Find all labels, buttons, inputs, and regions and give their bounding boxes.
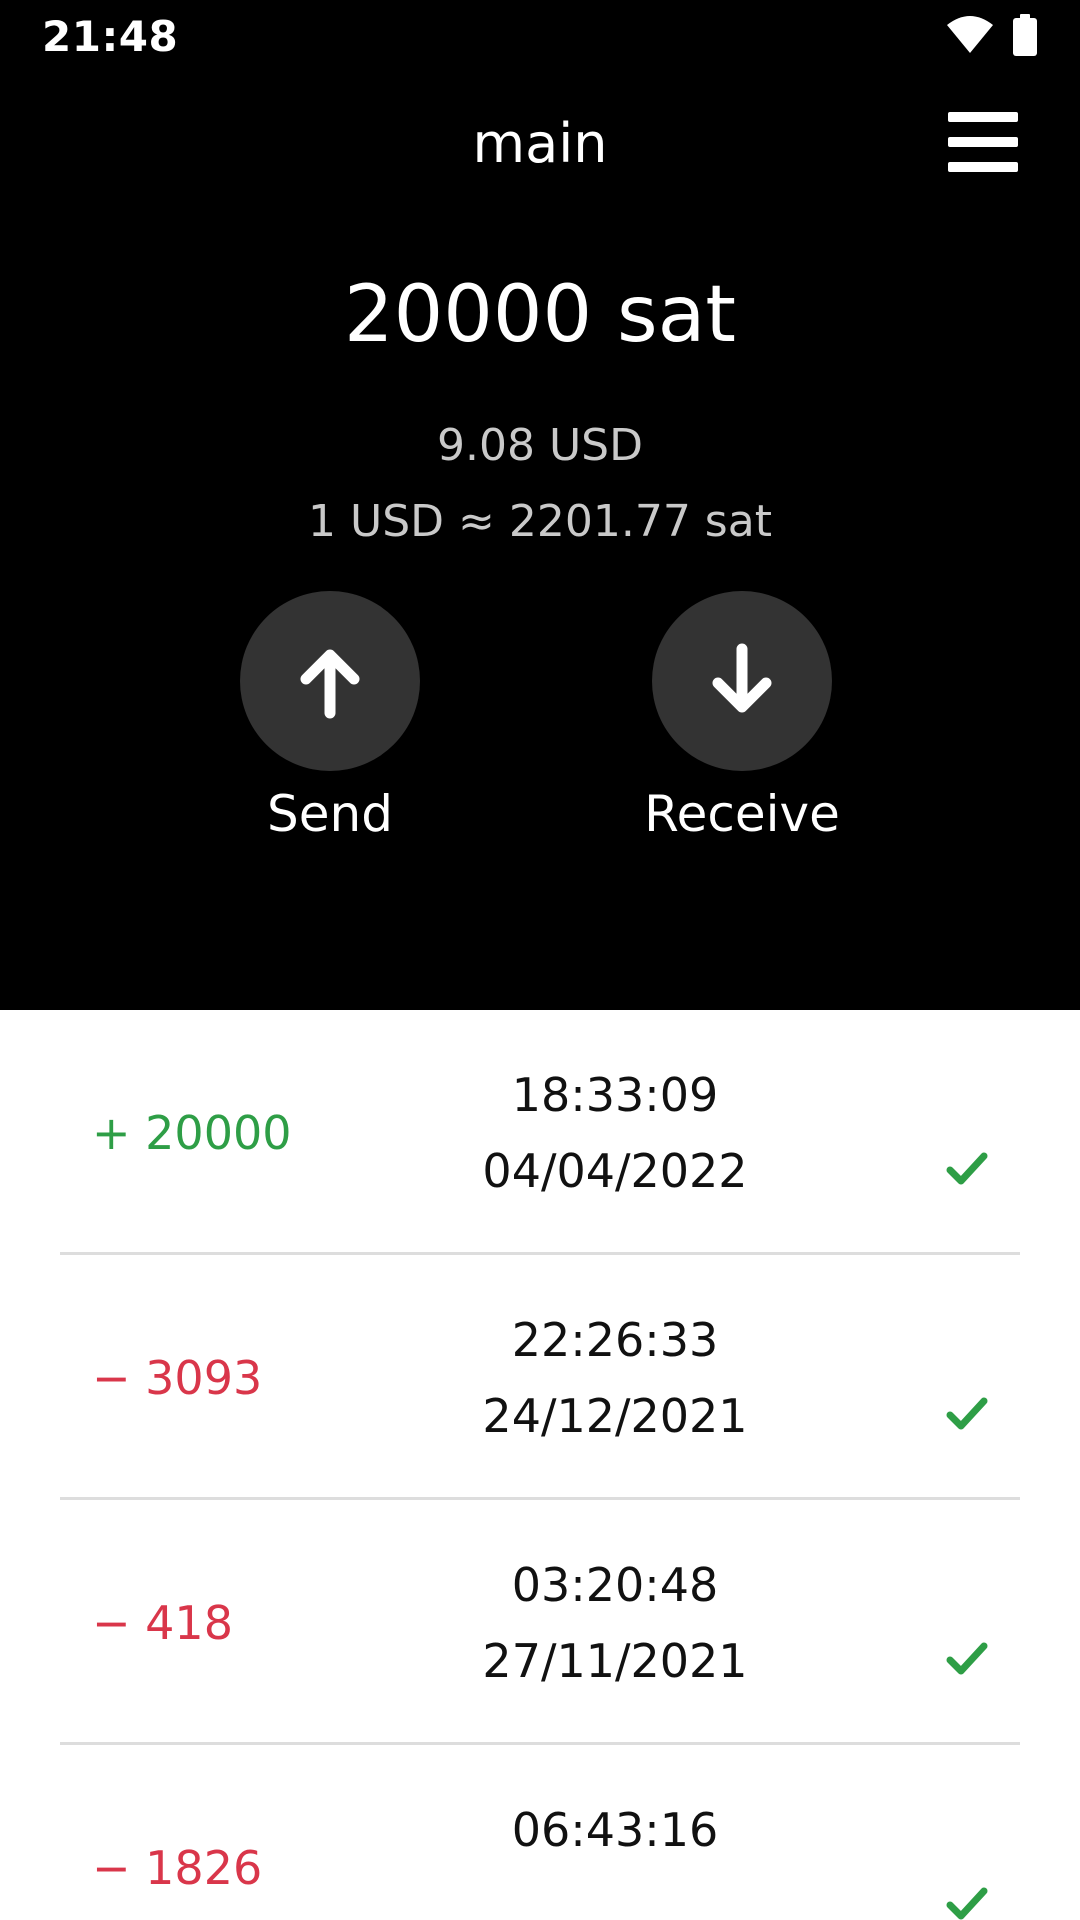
exchange-rate: 1 USD ≈ 2201.77 sat [308, 496, 772, 547]
arrow-down-icon [712, 643, 772, 713]
check-icon [946, 1642, 988, 1675]
wallet-header: 21:48 main 20000 sat 9.08 USD 1 USD ≈ 22… [0, 0, 1080, 1010]
check-icon [946, 1152, 988, 1185]
send-label[interactable]: Send [180, 784, 480, 844]
transaction-time: 18:33:09 [511, 1068, 719, 1122]
check-icon [946, 1397, 988, 1430]
receive-button[interactable] [652, 591, 832, 771]
transaction-amount: − 1826 [92, 1841, 263, 1895]
check-icon [946, 1887, 988, 1920]
transaction-list: + 20000 18:33:09 04/04/2022 − 3093 22:26… [0, 1010, 1080, 1920]
transaction-row[interactable]: − 418 03:20:48 27/11/2021 [0, 1500, 1080, 1745]
transaction-amount: − 3093 [92, 1351, 263, 1405]
transaction-amount: + 20000 [92, 1106, 292, 1160]
wallet-title: main [472, 112, 608, 175]
transaction-row[interactable]: − 1826 06:43:16 [0, 1745, 1080, 1920]
battery-icon [1013, 14, 1037, 56]
transaction-row[interactable]: − 3093 22:26:33 24/12/2021 [0, 1255, 1080, 1500]
transaction-amount: − 418 [92, 1596, 233, 1650]
transaction-time: 03:20:48 [511, 1558, 719, 1612]
hamburger-menu-icon[interactable] [942, 106, 1020, 178]
send-button[interactable] [240, 591, 420, 771]
transaction-time: 22:26:33 [511, 1313, 719, 1367]
arrow-up-icon [300, 649, 360, 719]
balance-amount: 20000 sat [344, 270, 736, 360]
transaction-date: 27/11/2021 [482, 1634, 748, 1688]
wifi-icon [947, 16, 993, 53]
transaction-date: 04/04/2022 [482, 1144, 748, 1198]
status-bar: 21:48 [0, 0, 1080, 76]
fiat-balance: 9.08 USD [437, 420, 643, 471]
status-time: 21:48 [42, 12, 179, 61]
transaction-row[interactable]: + 20000 18:33:09 04/04/2022 [0, 1010, 1080, 1255]
transaction-time: 06:43:16 [511, 1803, 719, 1857]
transaction-date: 24/12/2021 [482, 1389, 748, 1443]
receive-label[interactable]: Receive [592, 784, 892, 844]
wallet-screen: 21:48 main 20000 sat 9.08 USD 1 USD ≈ 22… [0, 0, 1080, 1920]
